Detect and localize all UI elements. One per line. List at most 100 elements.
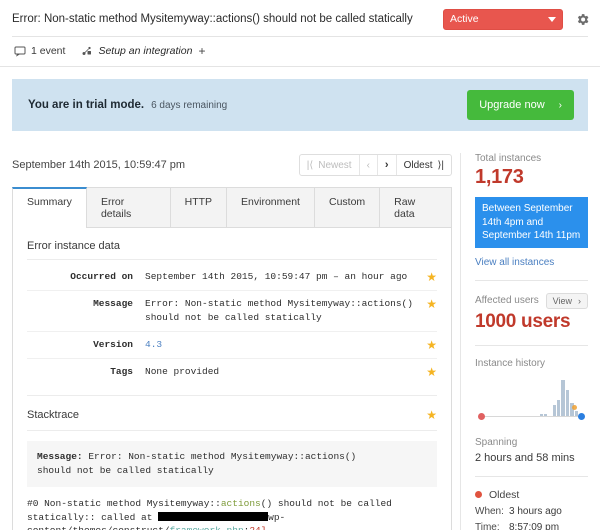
star-icon[interactable]: ★ <box>426 270 437 284</box>
table-row: Version 4.3 ★ <box>27 332 437 359</box>
frame-close: ] <box>261 525 267 530</box>
spanning-label: Spanning <box>475 436 518 448</box>
sidebar-divider <box>475 279 588 281</box>
detail-key: Time: <box>475 521 500 530</box>
frame-line-number: 24 <box>249 525 260 530</box>
gear-icon[interactable] <box>574 11 590 27</box>
tab-summary[interactable]: Summary <box>12 187 87 228</box>
pager-next[interactable]: › <box>378 155 397 175</box>
frame-suffix: () should not be called <box>260 498 392 509</box>
oldest-label: Oldest <box>489 488 520 501</box>
chart-bar <box>557 399 561 416</box>
table-row: Message Error: Non-static method Mysitem… <box>27 291 437 332</box>
detail-row: Time: 8:57:09 pm <box>475 522 588 530</box>
detail-tabs[interactable]: Summary Error details HTTP Environment C… <box>12 187 452 228</box>
meta-row: 1 event Setup an integration + <box>0 37 600 58</box>
tab-custom[interactable]: Custom <box>314 187 381 227</box>
instance-history-label: Instance history <box>475 357 546 369</box>
view-button-label: View <box>552 295 572 306</box>
total-instances-label: Total instances <box>475 153 542 164</box>
star-icon[interactable]: ★ <box>426 408 437 422</box>
chart-bar <box>539 413 544 416</box>
chevron-right-icon: › <box>578 295 581 306</box>
next-page-icon: › <box>384 159 389 171</box>
tab-raw-data[interactable]: Raw data <box>380 187 452 227</box>
chart-axis <box>481 415 582 417</box>
total-instances-value: 1,173 <box>475 166 524 188</box>
tab-error-details[interactable]: Error details <box>86 187 171 227</box>
affected-users-header: Affected users View › <box>475 292 588 309</box>
chart-bar <box>561 379 565 416</box>
highlight-marker-icon <box>572 404 577 410</box>
trial-banner-text: You are in trial mode. 6 days remaining <box>28 99 467 111</box>
event-count-label: 1 event <box>31 45 66 57</box>
status-dropdown-label: Active <box>450 13 479 25</box>
tab-environment[interactable]: Environment <box>227 187 315 227</box>
row-value: None provided <box>145 366 220 377</box>
detail-value: 8:57:09 pm <box>509 521 560 530</box>
pager-oldest[interactable]: Oldest ⟩| <box>397 155 451 175</box>
add-integration-icon[interactable]: + <box>198 44 205 58</box>
stacktrace-message-box: Message: Error: Non-static method Mysite… <box>27 441 437 487</box>
row-value: Error: Non-static method Mysitemyway::ac… <box>145 298 413 323</box>
error-instance-data-title: Error instance data <box>27 240 437 260</box>
affected-users-label: Affected users <box>475 295 539 306</box>
date-range-pill[interactable]: Between September 14th 4pm and September… <box>475 197 588 248</box>
pager-prev[interactable]: ‹ <box>360 155 378 175</box>
status-dropdown[interactable]: Active <box>443 8 563 30</box>
row-key: Tags <box>110 366 133 377</box>
table-row: Tags None provided ★ <box>27 359 437 385</box>
error-detail-page: Error: Non-static method Mysitemyway::ac… <box>0 0 600 530</box>
setup-integration-link[interactable]: Setup an integration + <box>81 44 205 58</box>
star-icon[interactable]: ★ <box>426 297 437 311</box>
stacktrace-divider <box>27 430 437 431</box>
chevron-right-icon: › <box>558 99 562 111</box>
pager-newest[interactable]: |⟨ Newest <box>300 155 360 175</box>
instance-pager[interactable]: |⟨ Newest ‹ › Oldest ⟩| <box>298 154 452 176</box>
error-instance-table: Occurred on September 14th 2015, 10:59:4… <box>27 264 437 385</box>
version-link[interactable]: 4.3 <box>145 339 162 350</box>
view-all-instances-link[interactable]: View all instances <box>475 257 588 268</box>
stacktrace-header: Stacktrace ★ <box>27 408 437 422</box>
page-header: Error: Non-static method Mysitemyway::ac… <box>0 0 600 30</box>
sidebar: Total instances 1,173 Between September … <box>460 153 588 530</box>
affected-users-value: 1000 users <box>475 310 571 332</box>
detail-key: When: <box>475 505 504 517</box>
row-key: Message <box>93 298 133 309</box>
table-row: Occurred on September 14th 2015, 10:59:4… <box>27 264 437 291</box>
upgrade-now-label: Upgrade now <box>479 99 545 111</box>
chart-bars <box>483 378 578 416</box>
stacktrace-frame: #0 Non-static method Mysitemyway::action… <box>27 497 437 530</box>
trial-banner: You are in trial mode. 6 days remaining U… <box>12 79 588 131</box>
integration-icon <box>81 45 93 57</box>
pager-oldest-label: Oldest <box>403 159 433 171</box>
frame-index: #0 <box>27 498 39 509</box>
detail-value: 3 hours ago <box>509 505 562 517</box>
star-icon[interactable]: ★ <box>426 365 437 379</box>
last-page-icon: ⟩| <box>437 159 445 171</box>
star-icon[interactable]: ★ <box>426 338 437 352</box>
tab-http[interactable]: HTTP <box>170 187 228 227</box>
oldest-section-header: Oldest <box>475 489 588 501</box>
row-key: Occurred on <box>70 271 133 282</box>
view-affected-users-button[interactable]: View › <box>545 292 588 309</box>
chart-bar <box>552 404 557 416</box>
prev-page-icon: ‹ <box>366 159 370 171</box>
stacktrace-message-text: Error: Non-static method Mysitemyway::ac… <box>37 451 357 476</box>
summary-panel: Error instance data Occurred on Septembe… <box>12 228 452 530</box>
trial-banner-wrap: You are in trial mode. 6 days remaining U… <box>0 67 600 131</box>
frame-tail: wp- <box>268 511 286 523</box>
chart-bar <box>544 413 548 416</box>
first-page-icon: |⟨ <box>306 159 314 171</box>
instance-date: September 14th 2015, 10:59:47 pm <box>12 159 186 171</box>
stacktrace-title: Stacktrace <box>27 409 79 421</box>
panel-divider <box>27 395 437 396</box>
pager-newest-label: Newest <box>318 159 352 171</box>
upgrade-now-button[interactable]: Upgrade now › <box>467 90 574 120</box>
oldest-dot-icon <box>475 491 482 498</box>
instance-toolbar: September 14th 2015, 10:59:47 pm |⟨ Newe… <box>12 153 452 177</box>
stacktrace-frames: #0 Non-static method Mysitemyway::action… <box>27 497 437 530</box>
instance-history-chart <box>475 379 588 423</box>
sidebar-divider <box>475 344 588 346</box>
oldest-marker-icon <box>478 412 485 420</box>
